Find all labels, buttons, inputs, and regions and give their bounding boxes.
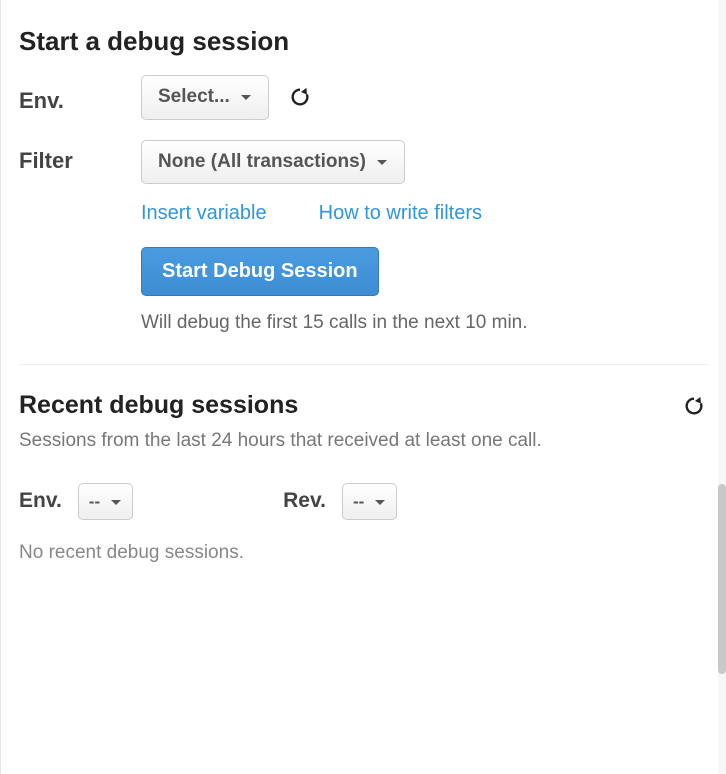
- start-debug-session-button[interactable]: Start Debug Session: [141, 247, 379, 296]
- recent-env-label: Env.: [19, 489, 62, 513]
- section-divider: [19, 364, 708, 365]
- recent-sessions-description: Sessions from the last 24 hours that rec…: [19, 426, 708, 456]
- env-select-dropdown[interactable]: Select...: [141, 75, 269, 120]
- filter-select-dropdown[interactable]: None (All transactions): [141, 140, 405, 185]
- recent-rev-label: Rev.: [283, 489, 326, 513]
- no-sessions-text: No recent debug sessions.: [19, 542, 708, 564]
- recent-refresh-button[interactable]: [680, 392, 708, 420]
- env-label: Env.: [19, 80, 141, 114]
- env-select-value: Select...: [158, 84, 230, 111]
- env-refresh-button[interactable]: [286, 83, 314, 111]
- caret-down-icon: [110, 490, 122, 514]
- refresh-icon: [289, 86, 311, 108]
- insert-variable-link[interactable]: Insert variable: [141, 202, 267, 225]
- caret-down-icon: [240, 84, 252, 111]
- recent-env-value: --: [89, 490, 100, 514]
- session-helper-text: Will debug the first 15 calls in the nex…: [141, 312, 708, 334]
- filter-select-value: None (All transactions): [158, 149, 366, 176]
- recent-sessions-title: Recent debug sessions: [19, 391, 298, 420]
- how-to-write-filters-link[interactable]: How to write filters: [319, 202, 482, 225]
- scrollbar-thumb[interactable]: [718, 484, 726, 674]
- recent-rev-dropdown[interactable]: --: [342, 483, 397, 521]
- filter-label: Filter: [19, 140, 141, 174]
- caret-down-icon: [376, 149, 388, 176]
- scrollbar-track[interactable]: [718, 0, 726, 774]
- start-session-title: Start a debug session: [19, 26, 708, 57]
- recent-env-dropdown[interactable]: --: [78, 483, 133, 521]
- caret-down-icon: [374, 490, 386, 514]
- recent-rev-value: --: [353, 490, 364, 514]
- refresh-icon: [683, 395, 705, 417]
